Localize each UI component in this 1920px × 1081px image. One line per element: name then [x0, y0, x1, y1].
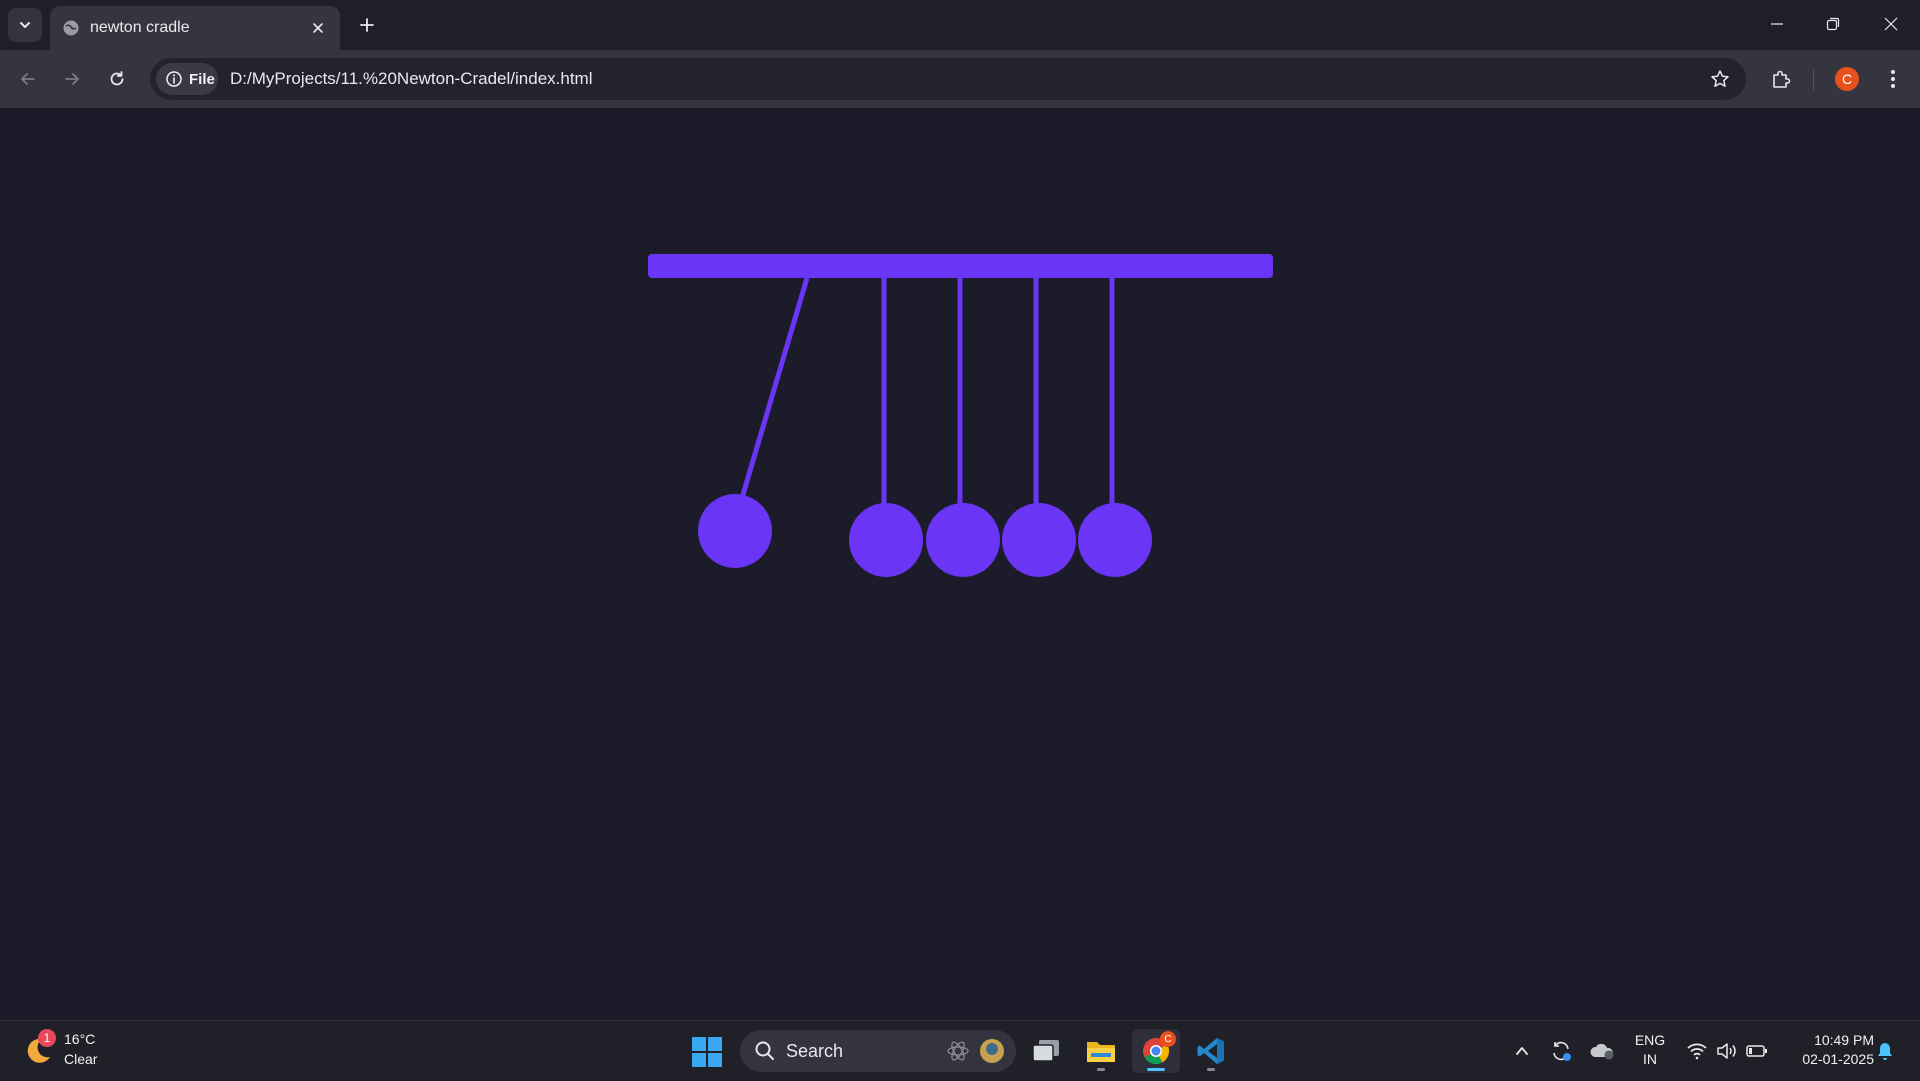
- restore-icon: [1826, 17, 1840, 31]
- address-bar[interactable]: File D:/MyProjects/11.%20Newton-Cradel/i…: [150, 58, 1746, 100]
- onedrive-tray-button[interactable]: [1588, 1037, 1616, 1065]
- weather-badge: 1: [38, 1029, 56, 1047]
- cradle-ball: [1078, 503, 1152, 577]
- minimize-icon: [1771, 23, 1783, 25]
- chrome-profile-badge: C: [1160, 1031, 1176, 1047]
- browser-title-bar: newton cradle: [0, 0, 1920, 50]
- plus-icon: [360, 18, 374, 32]
- app-running-indicator: [1097, 1068, 1105, 1071]
- battery-icon: [1746, 1045, 1767, 1057]
- chevron-down-icon: [20, 22, 30, 28]
- forward-button[interactable]: [56, 63, 88, 95]
- cloud-icon: [1590, 1043, 1614, 1060]
- puzzle-icon: [1773, 70, 1791, 88]
- cradle-ball: [1002, 503, 1076, 577]
- close-window-button[interactable]: [1868, 6, 1914, 42]
- tab-search-button[interactable]: [8, 8, 42, 42]
- app-active-indicator: [1147, 1068, 1165, 1071]
- task-view-icon: [1032, 1040, 1059, 1062]
- chrome-button[interactable]: C: [1132, 1029, 1180, 1073]
- folder-icon: [1087, 1042, 1115, 1062]
- cradle-ball: [926, 503, 1000, 577]
- bell-icon: [1878, 1043, 1892, 1060]
- taskbar-clock[interactable]: 10:49 PM 02-01-2025: [1780, 1031, 1874, 1069]
- battery-tray-button[interactable]: [1743, 1037, 1771, 1065]
- wifi-icon: [1687, 1043, 1707, 1060]
- language-indicator[interactable]: ENG IN: [1630, 1031, 1670, 1069]
- task-view-button[interactable]: [1022, 1029, 1070, 1073]
- weather-condition: Clear: [64, 1051, 98, 1067]
- search-label: Search: [786, 1041, 844, 1061]
- tab-title: newton cradle: [90, 19, 190, 36]
- weather-widget[interactable]: 1 16°C Clear: [22, 1029, 132, 1073]
- back-button[interactable]: [12, 63, 44, 95]
- cradle-ball: [698, 494, 772, 568]
- language-line-1: ENG: [1634, 1032, 1666, 1048]
- browser-toolbar: File D:/MyProjects/11.%20Newton-Cradel/i…: [0, 50, 1920, 108]
- chevron-up-icon: [1516, 1047, 1528, 1055]
- cradle-string: [739, 277, 810, 499]
- menu-button[interactable]: [1877, 63, 1909, 95]
- star-icon: [1711, 70, 1729, 87]
- app-running-indicator: [1207, 1068, 1215, 1071]
- page-content: [0, 108, 1920, 1020]
- restore-button[interactable]: [1810, 6, 1856, 42]
- minimize-button[interactable]: [1754, 6, 1800, 42]
- tab-close-button[interactable]: [306, 16, 330, 40]
- notifications-button[interactable]: [1871, 1037, 1899, 1065]
- search-highlight-icon: [947, 1039, 1004, 1063]
- language-line-2: IN: [1643, 1051, 1657, 1067]
- browser-tab[interactable]: newton cradle: [50, 6, 340, 50]
- reload-icon: [110, 71, 124, 86]
- cradle-ball: [849, 503, 923, 577]
- url-text[interactable]: D:/MyProjects/11.%20Newton-Cradel/index.…: [230, 69, 593, 89]
- show-hidden-icons-button[interactable]: [1508, 1037, 1536, 1065]
- file-explorer-button[interactable]: [1077, 1029, 1125, 1073]
- vscode-icon: [1197, 1038, 1224, 1064]
- cradle-top-bar: [648, 254, 1273, 278]
- taskbar-search[interactable]: Search: [740, 1030, 1016, 1072]
- search-icon: [755, 1041, 774, 1060]
- site-info-chip[interactable]: File: [156, 63, 218, 95]
- globe-icon: [63, 20, 79, 36]
- arrow-left-icon: [21, 73, 35, 85]
- info-icon: [166, 71, 182, 87]
- weather-temperature: 16°C: [64, 1031, 96, 1047]
- sync-tray-button[interactable]: [1547, 1037, 1575, 1065]
- clock-time: 10:49 PM: [1814, 1032, 1874, 1048]
- volume-icon: [1717, 1043, 1736, 1059]
- close-icon: [1884, 17, 1898, 31]
- volume-tray-button[interactable]: [1713, 1037, 1741, 1065]
- profile-button[interactable]: C: [1831, 63, 1863, 95]
- new-tab-button[interactable]: [352, 10, 382, 40]
- taskbar: 1 16°C Clear Search C ENG IN 10:49 PM 02…: [0, 1020, 1920, 1081]
- avatar: C: [1835, 67, 1859, 91]
- bookmark-button[interactable]: [1708, 67, 1732, 91]
- newton-cradle: [648, 254, 1273, 577]
- clock-date: 02-01-2025: [1802, 1051, 1874, 1067]
- windows-start-icon[interactable]: [690, 1035, 724, 1069]
- close-icon: [313, 23, 323, 33]
- sync-icon: [1553, 1041, 1571, 1061]
- reload-button[interactable]: [101, 63, 133, 95]
- arrow-right-icon: [65, 73, 79, 85]
- vscode-button[interactable]: [1187, 1029, 1235, 1073]
- site-chip-label: File: [189, 70, 215, 88]
- wifi-tray-button[interactable]: [1683, 1037, 1711, 1065]
- extensions-button[interactable]: [1765, 63, 1797, 95]
- toolbar-divider: [1813, 70, 1814, 90]
- more-vertical-icon: [1891, 70, 1895, 88]
